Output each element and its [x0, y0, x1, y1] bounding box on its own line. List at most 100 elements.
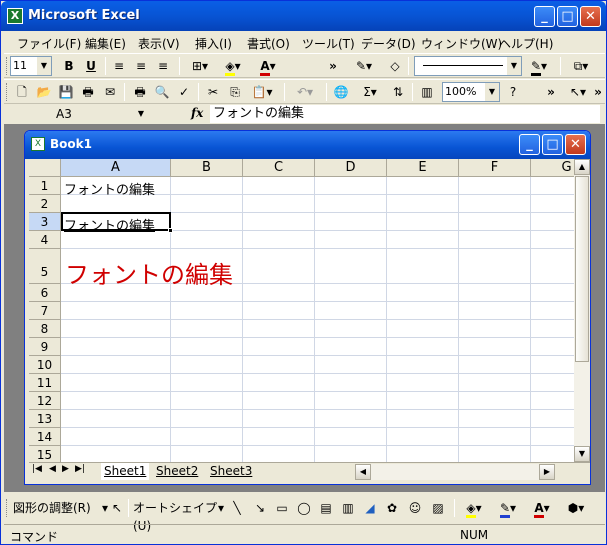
column-header-c[interactable]: C [243, 159, 315, 177]
toolbar-options-icon[interactable]: » [327, 57, 339, 75]
font-color-icon[interactable]: A▾ [254, 57, 282, 76]
copy-format-icon[interactable]: ⧉▾ [567, 57, 595, 75]
underline-button[interactable]: U [82, 57, 100, 75]
excel-app-icon[interactable]: X [7, 8, 23, 24]
vertical-scrollbar[interactable]: ▲ ▼ [574, 159, 590, 462]
eraser-icon[interactable]: ◇ [386, 57, 404, 75]
row-header[interactable]: 7 [29, 302, 61, 320]
vertical-textbox-icon[interactable]: ▥ [340, 499, 356, 517]
font-size-select[interactable]: 11 ▼ [10, 56, 52, 76]
textbox-icon[interactable]: ▤ [318, 499, 334, 517]
toolbar-grip[interactable] [6, 57, 9, 75]
select-objects-icon[interactable]: ↖▾ [567, 83, 589, 101]
diagram-icon[interactable]: ✿ [384, 499, 400, 517]
save-icon[interactable]: 💾 [57, 83, 75, 101]
row-header[interactable]: 4 [29, 231, 61, 249]
cell-a5[interactable]: フォントの編集 [65, 255, 233, 290]
scroll-down-icon[interactable]: ▼ [574, 446, 590, 462]
autosum-icon[interactable]: Σ▾ [356, 83, 384, 101]
menu-insert[interactable]: 挿入(I) [195, 35, 232, 52]
row-header[interactable]: 11 [29, 374, 61, 392]
open-icon[interactable]: 📂 [35, 83, 53, 101]
worksheet-grid[interactable]: A B C D E F G 1 2 3 4 5 6 7 8 9 10 11 12… [29, 159, 574, 462]
menu-edit[interactable]: 編集(E) [85, 35, 126, 52]
minimize-button[interactable]: _ [534, 6, 555, 27]
border-color-icon[interactable]: ✎▾ [525, 57, 553, 76]
picture-icon[interactable]: ▨ [430, 499, 446, 517]
bold-button[interactable]: B [60, 57, 78, 75]
copy-icon[interactable]: ⎘ [226, 83, 244, 101]
autoshape-menu[interactable]: オートシェイプ(U) [133, 499, 223, 533]
workbook-close-button[interactable]: ✕ [565, 134, 586, 155]
menu-help[interactable]: ヘルプ(H) [499, 35, 553, 52]
column-header-e[interactable]: E [387, 159, 459, 177]
paste-icon[interactable]: 📋▾ [248, 83, 276, 101]
toolbar-grip[interactable] [6, 83, 9, 101]
zoom-select[interactable]: 100% ▼ [442, 82, 500, 102]
prev-sheet-icon[interactable]: ◀ [49, 464, 56, 474]
wordart-icon[interactable]: ◢ [362, 499, 378, 517]
align-center-icon[interactable]: ≡ [132, 57, 150, 75]
title-bar[interactable]: X Microsoft Excel _ □ ✕ [1, 1, 606, 31]
row-header[interactable]: 2 [29, 195, 61, 213]
chevron-down-icon[interactable]: ▼ [138, 105, 144, 123]
menu-data[interactable]: データ(D) [361, 35, 416, 52]
column-header-f[interactable]: F [459, 159, 531, 177]
first-sheet-icon[interactable]: |◀ [32, 464, 42, 474]
column-header-a[interactable]: A [61, 159, 171, 177]
draw-pen-icon[interactable]: ✎▾ [350, 57, 378, 75]
chevron-down-icon[interactable]: ▾ [100, 499, 110, 517]
column-header-g[interactable]: G [531, 159, 574, 177]
undo-icon[interactable]: ↶▾ [290, 83, 320, 101]
borders-icon[interactable]: ⊞▾ [186, 57, 214, 75]
row-header[interactable]: 14 [29, 428, 61, 446]
insert-function-icon[interactable]: fx [191, 106, 203, 120]
chevron-down-icon[interactable]: ▼ [37, 57, 51, 75]
formula-input[interactable]: フォントの編集 [210, 105, 600, 123]
sheet-tab-1[interactable]: Sheet1 [101, 463, 150, 480]
scroll-up-icon[interactable]: ▲ [574, 159, 590, 175]
row-header[interactable]: 6 [29, 284, 61, 302]
menu-view[interactable]: 表示(V) [138, 35, 180, 52]
row-header[interactable]: 12 [29, 392, 61, 410]
hyperlink-icon[interactable]: 🌐 [332, 83, 350, 101]
maximize-button[interactable]: □ [557, 6, 578, 27]
scroll-left-icon[interactable]: ◀ [355, 464, 371, 480]
print-icon[interactable]: 🖶 [131, 83, 149, 101]
line-color-icon[interactable]: ✎▾ [494, 499, 522, 518]
fill-color-icon[interactable]: ◈▾ [219, 57, 247, 76]
cell-a1[interactable]: フォントの編集 [64, 179, 155, 198]
sort-ascending-icon[interactable]: ⇅ [389, 83, 407, 101]
menu-format[interactable]: 書式(O) [247, 35, 290, 52]
select-pointer-icon[interactable]: ↖ [110, 499, 124, 517]
chart-wizard-icon[interactable]: ▥ [418, 83, 436, 101]
chevron-down-icon[interactable]: ▼ [485, 83, 499, 101]
line-style-select[interactable]: ▼ [414, 56, 522, 76]
row-header[interactable]: 10 [29, 356, 61, 374]
workbook-title-bar[interactable]: X Book1 _ □ ✕ [25, 131, 590, 159]
new-icon[interactable]: 🗋 [13, 83, 31, 101]
horizontal-scrollbar[interactable]: ◀ ▶ [355, 464, 555, 480]
toolbar-grip[interactable] [6, 499, 9, 517]
menu-file[interactable]: ファイル(F) [17, 35, 81, 52]
email-icon[interactable]: ✉ [101, 83, 119, 101]
help-icon[interactable]: ? [504, 83, 522, 101]
menu-tools[interactable]: ツール(T) [302, 35, 355, 52]
workbook-maximize-button[interactable]: □ [542, 134, 563, 155]
row-header[interactable]: 8 [29, 320, 61, 338]
row-header[interactable]: 13 [29, 410, 61, 428]
column-header-b[interactable]: B [171, 159, 243, 177]
chevron-down-icon[interactable]: ▼ [507, 57, 521, 75]
name-box[interactable]: A3 ▼ [6, 105, 146, 123]
select-all-corner[interactable] [29, 159, 61, 177]
3d-style-icon[interactable]: ⬢▾ [562, 499, 590, 517]
workbook-minimize-button[interactable]: _ [519, 134, 540, 155]
sheet-tab-3[interactable]: Sheet3 [207, 463, 255, 480]
clipart-icon[interactable]: ☺ [407, 499, 423, 517]
column-header-d[interactable]: D [315, 159, 387, 177]
row-header[interactable]: 5 [29, 249, 61, 284]
toolbar-options-icon[interactable]: » [592, 83, 604, 101]
toolbar-options-icon[interactable]: » [545, 83, 557, 101]
row-header[interactable]: 15 [29, 446, 61, 462]
chevron-down-icon[interactable]: ▾ [216, 499, 226, 517]
